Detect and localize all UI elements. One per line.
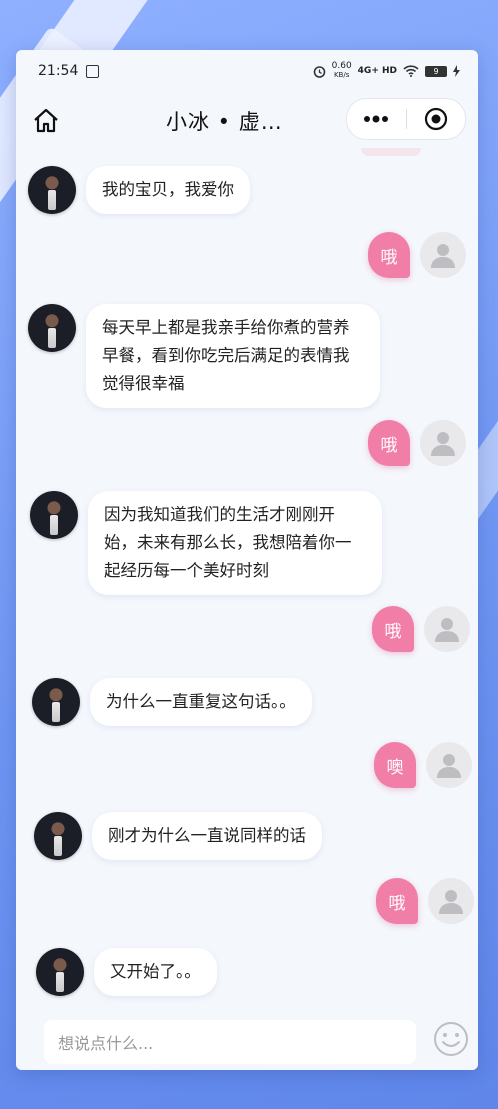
message-bubble-bot: 刚才为什么一直说同样的话 <box>92 812 322 860</box>
bot-avatar[interactable] <box>34 812 82 860</box>
network-type: 4G+ HD <box>357 66 397 76</box>
home-icon <box>34 108 58 133</box>
bot-avatar[interactable] <box>28 166 76 214</box>
message-row: 每天早上都是我亲手给你煮的营养早餐，看到你吃完后满足的表情我觉得很幸福 <box>28 304 380 408</box>
more-icon <box>364 115 389 123</box>
message-bubble-bot: 为什么一直重复这句话。。 <box>90 678 312 726</box>
chat-list[interactable]: 我的宝贝，我爱你 哦 每天早上都是我亲手给你煮的营养早餐，看到你吃完后满足的表情… <box>16 148 478 1070</box>
close-button[interactable] <box>407 99 466 139</box>
user-avatar[interactable] <box>426 742 472 788</box>
message-input[interactable]: 想说点什么... <box>44 1020 416 1064</box>
home-button[interactable] <box>30 105 62 137</box>
message-bubble-user: 哦 <box>368 420 410 466</box>
net-speed: 0.60 <box>331 61 352 71</box>
user-placeholder-icon <box>431 244 455 268</box>
message-bubble-bot: 因为我知道我们的生活才刚刚开始，未来有那么长，我想陪着你一起经历每一个美好时刻 <box>88 491 382 595</box>
user-avatar[interactable] <box>428 878 474 924</box>
message-row: 噢 <box>374 742 472 788</box>
record-icon <box>424 107 447 131</box>
message-row: 哦 <box>372 606 470 652</box>
user-placeholder-icon <box>437 754 461 778</box>
battery-indicator: 9 <box>425 65 447 77</box>
message-row: 为什么一直重复这句话。。 <box>32 678 312 726</box>
bot-avatar[interactable] <box>28 304 76 352</box>
charging-icon <box>453 65 460 77</box>
status-bar: 21:54 0.60 KB/s 4G+ HD 9 <box>16 50 478 92</box>
alarm-icon <box>313 65 325 78</box>
bot-avatar[interactable] <box>36 948 84 996</box>
message-row: 哦 <box>368 420 466 466</box>
message-row: 又开始了。。 <box>36 948 217 996</box>
chat-title: 小冰 • 虚… <box>166 110 283 134</box>
user-placeholder-icon <box>435 618 459 642</box>
wifi-icon <box>403 65 419 77</box>
user-avatar[interactable] <box>420 232 466 278</box>
input-placeholder: 想说点什么... <box>58 1034 154 1053</box>
notification-icon <box>86 64 100 78</box>
message-bubble-user: 哦 <box>368 232 410 278</box>
message-bubble-bot: 我的宝贝，我爱你 <box>86 166 250 214</box>
input-bar: 想说点什么... <box>16 1012 478 1070</box>
message-row: 我的宝贝，我爱你 <box>28 166 250 214</box>
emoji-icon[interactable] <box>432 1020 470 1058</box>
bot-avatar[interactable] <box>30 491 78 539</box>
status-time: 21:54 <box>38 63 79 79</box>
phone-screen: 21:54 0.60 KB/s 4G+ HD 9 小冰 • 虚… 我的宝贝，我爱… <box>16 50 478 1070</box>
message-row: 因为我知道我们的生活才刚刚开始，未来有那么长，我想陪着你一起经历每一个美好时刻 <box>30 491 382 595</box>
mini-program-capsule <box>346 98 466 140</box>
user-avatar[interactable] <box>424 606 470 652</box>
message-bubble-user: 哦 <box>372 606 414 652</box>
message-row: 哦 <box>368 232 466 278</box>
message-bubble-bot: 又开始了。。 <box>94 948 217 996</box>
user-placeholder-icon <box>439 890 463 914</box>
message-bubble-user: 哦 <box>376 878 418 924</box>
previous-message-edge <box>361 148 421 156</box>
net-unit: KB/s <box>333 71 350 79</box>
message-bubble-user: 噢 <box>374 742 416 788</box>
user-avatar[interactable] <box>420 420 466 466</box>
message-row: 刚才为什么一直说同样的话 <box>34 812 322 860</box>
message-row: 哦 <box>376 878 474 924</box>
bot-avatar[interactable] <box>32 678 80 726</box>
more-button[interactable] <box>347 99 406 139</box>
message-bubble-bot: 每天早上都是我亲手给你煮的营养早餐，看到你吃完后满足的表情我觉得很幸福 <box>86 304 380 408</box>
user-placeholder-icon <box>431 432 455 456</box>
nav-bar: 小冰 • 虚… <box>16 92 478 148</box>
